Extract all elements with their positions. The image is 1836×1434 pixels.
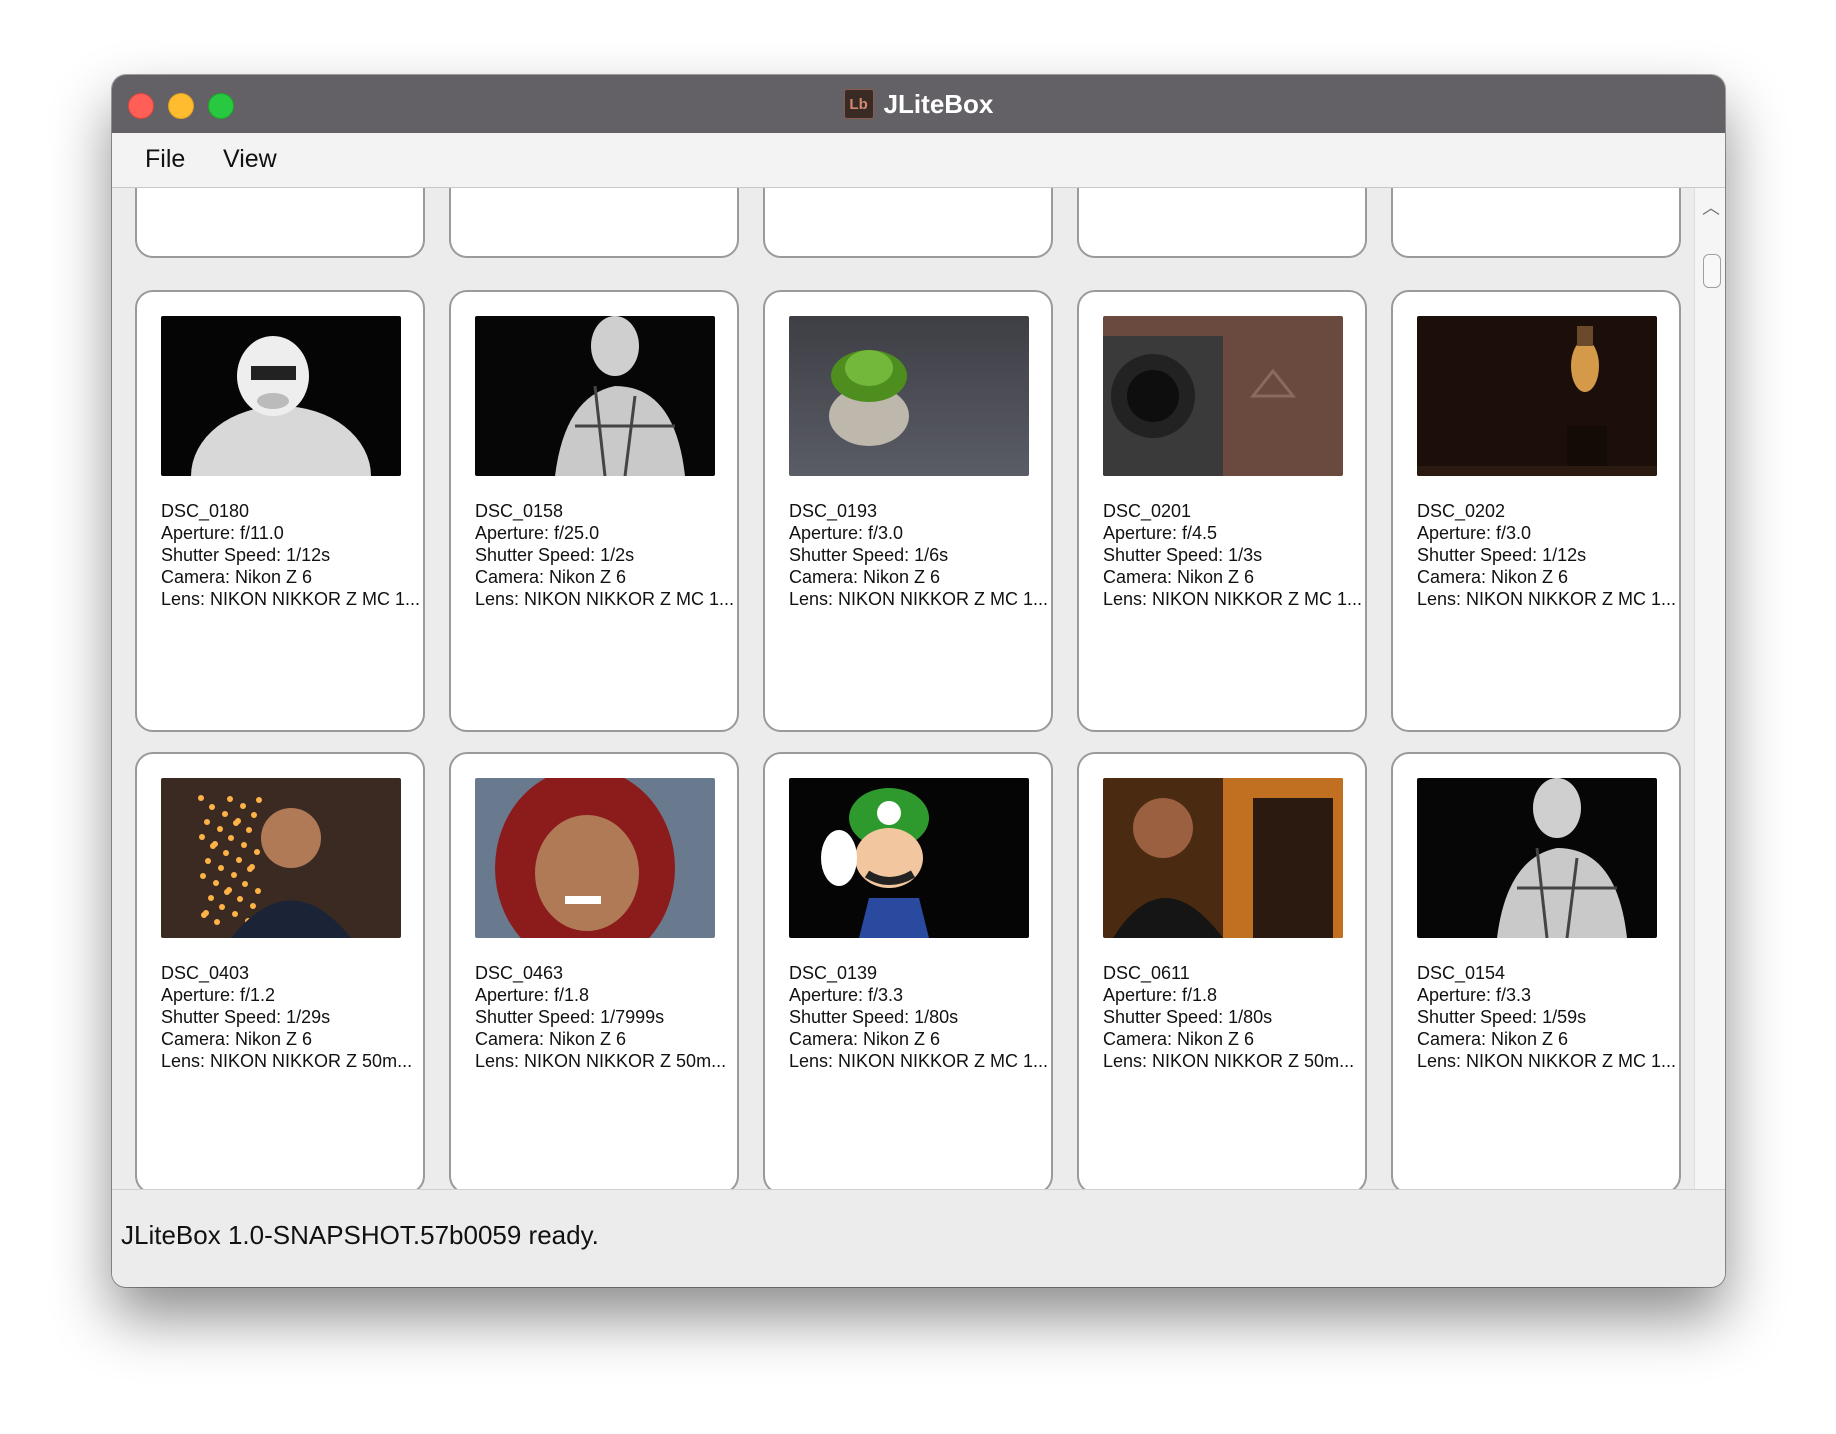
menu-file[interactable]: File [145,145,185,174]
photo-thumbnail[interactable] [1417,316,1657,476]
photo-camera: Camera: Nikon Z 6 [1103,1029,1255,1049]
photo-metadata: DSC_0193 Aperture: f/3.0 Shutter Speed: 1/… [789,500,1048,610]
vertical-scrollbar[interactable]: ︿ ﹀ [1694,188,1725,1272]
photo-shutter-speed: Shutter Speed: 1/29s [161,1007,331,1027]
photo-thumbnail[interactable] [1103,316,1343,476]
photo-shutter-speed: Shutter Speed: 1/3s [1103,545,1263,565]
photo-shutter-speed: Shutter Speed: 1/80s [1103,1007,1273,1027]
thumbnail-card[interactable]: DSC_0611 Aperture: f/1.8 Shutter Speed: 1/… [1077,752,1367,1194]
photo-filename: DSC_0202 [1417,501,1506,521]
photo-shutter-speed: Shutter Speed: 1/80s [789,1007,959,1027]
photo-metadata: DSC_0403 Aperture: f/1.2 Shutter Speed: 1/… [161,962,412,1072]
photo-lens: Lens: NIKON NIKKOR Z MC 1... [475,589,735,609]
photo-thumbnail[interactable] [475,316,715,476]
photo-lens: Lens: NIKON NIKKOR Z MC 1... [1417,1051,1677,1071]
photo-camera: Camera: Nikon Z 6 [161,567,313,587]
thumbnail-card[interactable]: DSC_0180 Aperture: f/11.0 Shutter Speed: 1… [135,290,425,732]
status-text: JLiteBox 1.0-SNAPSHOT.57b0059 ready. [121,1220,599,1250]
app-icon: Lb [843,89,874,119]
photo-metadata: DSC_0202 Aperture: f/3.0 Shutter Speed: 1/… [1417,500,1676,610]
photo-camera: Camera: Nikon Z 6 [1417,567,1569,587]
photo-camera: Camera: Nikon Z 6 [161,1029,313,1049]
thumbnail-card[interactable]: DSC_0403 Aperture: f/1.2 Shutter Speed: 1/… [135,752,425,1194]
thumbnail-card[interactable]: DSC_0193 Aperture: f/3.0 Shutter Speed: 1/… [763,290,1053,732]
thumbnail-card-partial[interactable] [1077,188,1367,258]
photo-aperture: Aperture: f/4.5 [1103,523,1218,543]
photo-thumbnail[interactable] [475,778,715,938]
photo-aperture: Aperture: f/25.0 [475,523,600,543]
app-window: Lb JLiteBox File View DSC_0180 Aperture: … [112,75,1725,1287]
photo-thumbnail[interactable] [789,778,1029,938]
photo-metadata: DSC_0180 Aperture: f/11.0 Shutter Speed: 1… [161,500,420,610]
photo-lens: Lens: NIKON NIKKOR Z MC 1... [1103,589,1363,609]
photo-lens: Lens: NIKON NIKKOR Z 50m... [1103,1051,1355,1071]
photo-aperture: Aperture: f/1.8 [475,985,590,1005]
photo-camera: Camera: Nikon Z 6 [789,567,941,587]
photo-thumbnail[interactable] [1103,778,1343,938]
photo-metadata: DSC_0139 Aperture: f/3.3 Shutter Speed: 1/… [789,962,1048,1072]
photo-shutter-speed: Shutter Speed: 1/6s [789,545,949,565]
photo-metadata: DSC_0611 Aperture: f/1.8 Shutter Speed: 1/… [1103,962,1354,1072]
photo-filename: DSC_0403 [161,963,250,983]
photo-shutter-speed: Shutter Speed: 1/59s [1417,1007,1587,1027]
title-bar: Lb JLiteBox [112,75,1725,134]
photo-shutter-speed: Shutter Speed: 1/12s [1417,545,1587,565]
thumbnail-card-partial[interactable] [449,188,739,258]
photo-aperture: Aperture: f/1.2 [161,985,276,1005]
status-bar: JLiteBox 1.0-SNAPSHOT.57b0059 ready. [112,1189,1725,1287]
photo-thumbnail[interactable] [789,316,1029,476]
photo-camera: Camera: Nikon Z 6 [789,1029,941,1049]
thumbnail-card[interactable]: DSC_0463 Aperture: f/1.8 Shutter Speed: 1/… [449,752,739,1194]
photo-camera: Camera: Nikon Z 6 [1417,1029,1569,1049]
thumbnail-card[interactable]: DSC_0154 Aperture: f/3.3 Shutter Speed: 1/… [1391,752,1681,1194]
menu-bar: File View [112,133,1725,188]
photo-shutter-speed: Shutter Speed: 1/2s [475,545,635,565]
photo-shutter-speed: Shutter Speed: 1/7999s [475,1007,665,1027]
photo-lens: Lens: NIKON NIKKOR Z MC 1... [161,589,421,609]
photo-filename: DSC_0201 [1103,501,1192,521]
vertical-scroll-thumb[interactable] [1703,254,1721,288]
photo-filename: DSC_0193 [789,501,878,521]
photo-filename: DSC_0611 [1103,963,1190,983]
thumbnail-card[interactable]: DSC_0158 Aperture: f/25.0 Shutter Speed: 1… [449,290,739,732]
photo-aperture: Aperture: f/11.0 [161,523,284,543]
photo-camera: Camera: Nikon Z 6 [475,567,627,587]
photo-aperture: Aperture: f/3.0 [1417,523,1532,543]
photo-filename: DSC_0154 [1417,963,1506,983]
photo-metadata: DSC_0201 Aperture: f/4.5 Shutter Speed: 1/… [1103,500,1362,610]
photo-lens: Lens: NIKON NIKKOR Z 50m... [161,1051,413,1071]
photo-lens: Lens: NIKON NIKKOR Z MC 1... [1417,589,1677,609]
thumbnail-card-partial[interactable] [135,188,425,258]
photo-aperture: Aperture: f/3.0 [789,523,904,543]
photo-camera: Camera: Nikon Z 6 [1103,567,1255,587]
window-title: JLiteBox [883,88,994,119]
photo-aperture: Aperture: f/1.8 [1103,985,1218,1005]
photo-filename: DSC_0180 [161,501,250,521]
photo-camera: Camera: Nikon Z 6 [475,1029,627,1049]
photo-filename: DSC_0139 [789,963,878,983]
thumbnail-card[interactable]: DSC_0202 Aperture: f/3.0 Shutter Speed: 1/… [1391,290,1681,732]
photo-lens: Lens: NIKON NIKKOR Z MC 1... [789,1051,1049,1071]
photo-filename: DSC_0463 [475,963,564,983]
thumbnail-card[interactable]: DSC_0201 Aperture: f/4.5 Shutter Speed: 1/… [1077,290,1367,732]
thumbnail-card[interactable]: DSC_0139 Aperture: f/3.3 Shutter Speed: 1/… [763,752,1053,1194]
photo-metadata: DSC_0158 Aperture: f/25.0 Shutter Speed: 1… [475,500,734,610]
photo-thumbnail[interactable] [161,778,401,938]
photo-lens: Lens: NIKON NIKKOR Z 50m... [475,1051,727,1071]
photo-metadata: DSC_0154 Aperture: f/3.3 Shutter Speed: 1/… [1417,962,1676,1072]
photo-filename: DSC_0158 [475,501,564,521]
photo-aperture: Aperture: f/3.3 [1417,985,1532,1005]
photo-aperture: Aperture: f/3.3 [789,985,904,1005]
photo-lens: Lens: NIKON NIKKOR Z MC 1... [789,589,1049,609]
thumbnail-grid: DSC_0180 Aperture: f/11.0 Shutter Speed: 1… [112,188,1694,1272]
photo-shutter-speed: Shutter Speed: 1/12s [161,545,331,565]
photo-thumbnail[interactable] [1417,778,1657,938]
photo-metadata: DSC_0463 Aperture: f/1.8 Shutter Speed: 1/… [475,962,726,1072]
scroll-up-arrow-icon[interactable]: ︿ [1702,194,1720,220]
photo-thumbnail[interactable] [161,316,401,476]
menu-view[interactable]: View [223,145,277,174]
thumbnail-card-partial[interactable] [763,188,1053,258]
thumbnail-card-partial[interactable] [1391,188,1681,258]
